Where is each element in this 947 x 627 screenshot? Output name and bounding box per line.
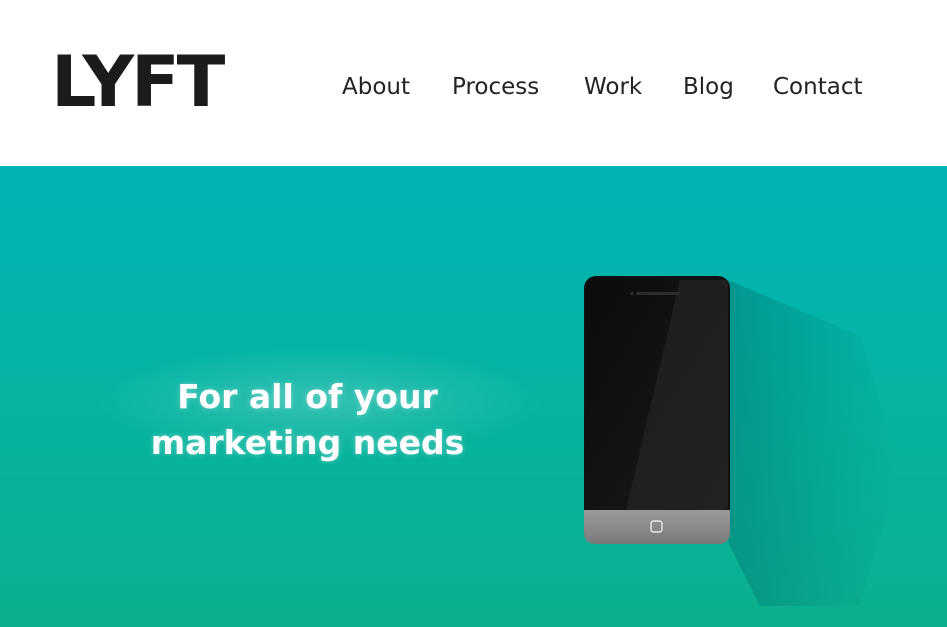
smartphone-icon [560, 266, 900, 606]
nav-item-about[interactable]: About [342, 72, 410, 102]
hero-headline-line2: marketing needs [150, 423, 465, 462]
nav-item-blog[interactable]: Blog [683, 72, 734, 102]
hero-headline: For all of your marketing needs [120, 374, 495, 466]
nav-item-work[interactable]: Work [584, 72, 642, 102]
hero-headline-line1: For all of your [177, 377, 438, 416]
phone-bottom-bezel [584, 510, 730, 544]
main-nav: About Process Work Blog Contact [0, 72, 947, 104]
nav-item-contact[interactable]: Contact [773, 72, 862, 102]
site-header: LYFT About Process Work Blog Contact [0, 0, 947, 166]
phone-camera [630, 291, 634, 296]
hero-banner: For all of your marketing needs [0, 166, 947, 627]
phone-speaker [636, 292, 680, 295]
nav-item-process[interactable]: Process [452, 72, 539, 102]
phone-long-shadow [728, 280, 900, 606]
